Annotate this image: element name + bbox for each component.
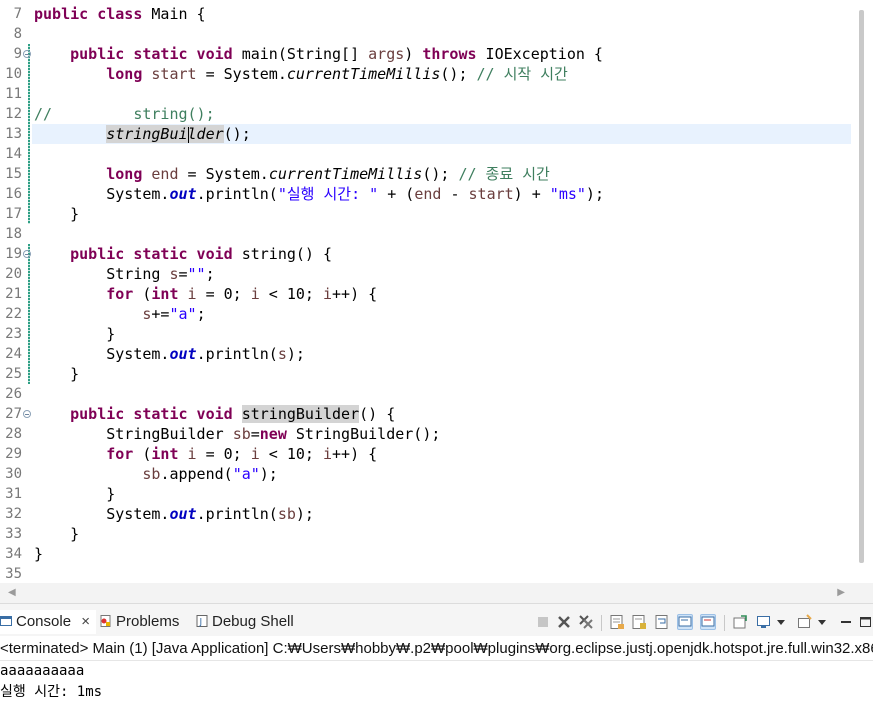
maximize-icon[interactable] [858,614,873,630]
close-icon[interactable]: × [81,613,90,630]
tab-debug-shell-label: Debug Shell [212,613,294,630]
code-line[interactable]: System.out.println(sb); [34,504,314,524]
line-number: 29 [5,446,22,462]
line-number: 25 [5,366,22,382]
clear-console-icon[interactable] [609,614,625,630]
code-line[interactable]: for (int i = 0; i < 10; i++) { [34,284,377,304]
console-process-label: <terminated> Main (1) [Java Application]… [0,637,873,661]
code-line[interactable]: public static void main(String[] args) t… [34,44,603,64]
code-line[interactable]: } [34,364,79,384]
line-number-ruler: 7 8 9 10 11 12 13 14 15 16 17 18 19 20 21 22 23 24 25 26 27 2… [0,0,31,583]
line-number: 17 [5,206,22,222]
code-line[interactable]: stringBuilder(); [34,124,251,144]
tab-console-label: Console [16,613,72,630]
word-wrap-icon[interactable] [654,614,670,630]
tab-problems-label: Problems [116,613,180,630]
tab-problems[interactable]: Problems [100,610,179,634]
code-line[interactable]: } [34,204,79,224]
console-output-line: 실행 시간: 1ms [0,684,103,700]
code-line[interactable]: } [34,524,79,544]
tab-console[interactable]: Console × [0,610,96,634]
line-number: 18 [5,226,22,242]
display-console-dropdown-icon[interactable] [775,614,787,630]
vertical-scrollbar-thumb[interactable] [859,10,864,563]
line-number: 10 [5,66,22,82]
line-number: 24 [5,346,22,362]
line-number: 31 [5,486,22,502]
code-line[interactable]: StringBuilder sb=new StringBuilder(); [34,424,440,444]
line-number: 33 [5,526,22,542]
line-number: 15 [5,166,22,182]
line-number: 9 [13,46,22,62]
code-line[interactable]: long end = System.currentTimeMillis(); /… [34,164,550,184]
code-line[interactable]: // string(); [34,104,215,124]
line-number: 28 [5,426,22,442]
code-line[interactable]: String s=""; [34,264,214,284]
display-console-icon[interactable] [756,614,772,630]
line-number: 35 [5,566,22,582]
terminate-icon[interactable] [535,614,551,630]
line-number: 22 [5,306,22,322]
svg-text:J: J [199,618,203,628]
code-line[interactable]: } [34,544,43,564]
code-line[interactable]: s+="a"; [34,304,205,324]
minimize-icon[interactable] [838,614,854,630]
code-line[interactable]: public static void stringBuilder() { [34,404,395,424]
line-number: 14 [5,146,22,162]
line-number: 13 [5,126,22,142]
line-number: 27 [5,406,22,422]
console-output[interactable]: aaaaaaaaaa 실행 시간: 1ms [0,661,873,726]
console-view-toolbar: Console × Problems J Debug Shell [0,603,873,636]
remove-all-icon[interactable] [578,614,594,630]
console-icon [0,611,12,626]
code-line[interactable]: sb.append("a"); [34,464,277,484]
open-console-icon[interactable] [797,614,813,630]
show-on-stderr-icon[interactable] [700,614,716,630]
code-line[interactable]: System.out.println("실행 시간: " + (end - st… [34,184,604,204]
code-line[interactable]: } [34,324,115,344]
scroll-left-arrow-icon[interactable]: ◀ [8,587,16,598]
code-line[interactable]: } [34,484,115,504]
problems-icon [100,611,112,627]
show-on-stdout-icon[interactable] [677,614,693,630]
code-line[interactable]: long start = System.currentTimeMillis();… [34,64,568,84]
vertical-scrollbar[interactable] [851,0,873,583]
code-line[interactable]: public static void string() { [34,244,332,264]
pin-console-icon[interactable] [732,614,748,630]
line-number: 19 [5,246,22,262]
tab-debug-shell[interactable]: J Debug Shell [196,610,294,634]
line-number: 11 [5,86,22,102]
line-number: 16 [5,186,22,202]
line-number: 34 [5,546,22,562]
scroll-right-arrow-icon[interactable]: ▶ [837,587,845,598]
line-number: 21 [5,286,22,302]
open-console-dropdown-icon[interactable] [816,614,828,630]
code-line[interactable]: public class Main { [34,4,206,24]
remove-launch-icon[interactable] [556,614,572,630]
debug-shell-icon: J [196,611,208,628]
line-number: 30 [5,466,22,482]
code-line[interactable]: System.out.println(s); [34,344,305,364]
line-number: 8 [13,26,22,42]
code-line[interactable]: for (int i = 0; i < 10; i++) { [34,444,377,464]
line-number: 23 [5,326,22,342]
line-number: 32 [5,506,22,522]
code-editor[interactable]: 7 8 9 10 11 12 13 14 15 16 17 18 19 20 21 22 23 24 25 26 27 2… [0,0,873,583]
scroll-lock-icon[interactable] [631,614,647,630]
horizontal-scrollbar[interactable]: ◀ ▶ [0,583,873,603]
line-number: 20 [5,266,22,282]
console-output-line: aaaaaaaaaa [0,663,85,679]
line-number: 7 [13,6,22,22]
line-number: 26 [5,386,22,402]
code-text-area[interactable]: public class Main { public static void m… [30,0,851,583]
line-number: 12 [5,106,22,122]
